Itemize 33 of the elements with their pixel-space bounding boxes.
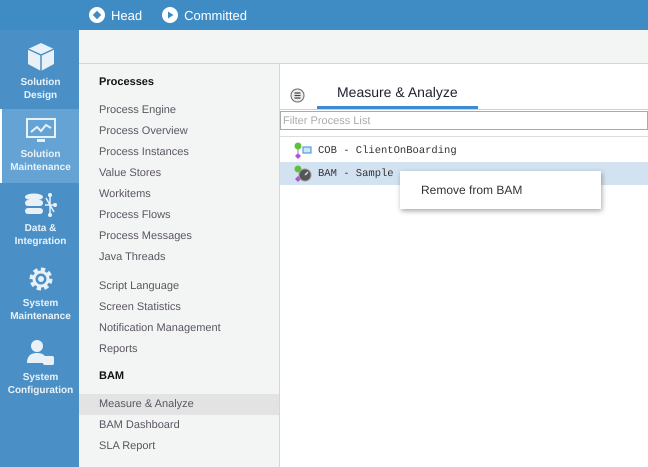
branch-button[interactable]: Committed [162, 7, 247, 23]
menu-item[interactable]: Screen Statistics [79, 297, 279, 318]
menu-item[interactable]: Process Instances [79, 142, 279, 163]
menu-item[interactable]: Workitems [79, 184, 279, 205]
process-name: COB - ClientOnBoarding [318, 144, 457, 156]
menu-item[interactable]: Script Language [79, 276, 279, 297]
menu-option[interactable]: Remove from BAM [400, 183, 544, 197]
gear-icon [26, 265, 54, 293]
gauge-icon [294, 165, 312, 182]
process-name: BAM - Sample [318, 168, 394, 180]
branch-button[interactable]: Head [89, 7, 142, 23]
menu-item[interactable]: Notification Management [79, 318, 279, 339]
filter-field[interactable]: Filter Process List [280, 111, 648, 130]
box-icon [26, 42, 54, 72]
menu-item[interactable]: Process Messages [79, 226, 279, 247]
database-icon [24, 192, 58, 218]
menu-item[interactable]: Java Threads [79, 247, 279, 268]
monitor-icon [26, 118, 56, 144]
menu-item[interactable]: Process Overview [79, 121, 279, 142]
section-header: Processes [98, 75, 156, 90]
menu-item[interactable]: Reports [79, 339, 279, 360]
user-icon [26, 339, 56, 367]
menu-item[interactable]: Process Flows [79, 205, 279, 226]
menu-item[interactable]: Value Stores [79, 163, 279, 184]
menu-icon[interactable] [290, 88, 305, 103]
flow-icon [294, 142, 312, 159]
menu-item[interactable]: Process Engine [79, 100, 279, 121]
process-row[interactable]: COB - ClientOnBoarding [280, 139, 648, 162]
menu-item[interactable]: BAM Dashboard [79, 415, 279, 436]
play-icon [162, 7, 178, 23]
section-header: BAM [98, 369, 126, 384]
menu-item[interactable]: SLA Report [79, 436, 279, 457]
menu-item[interactable]: Measure & Analyze [79, 394, 279, 415]
